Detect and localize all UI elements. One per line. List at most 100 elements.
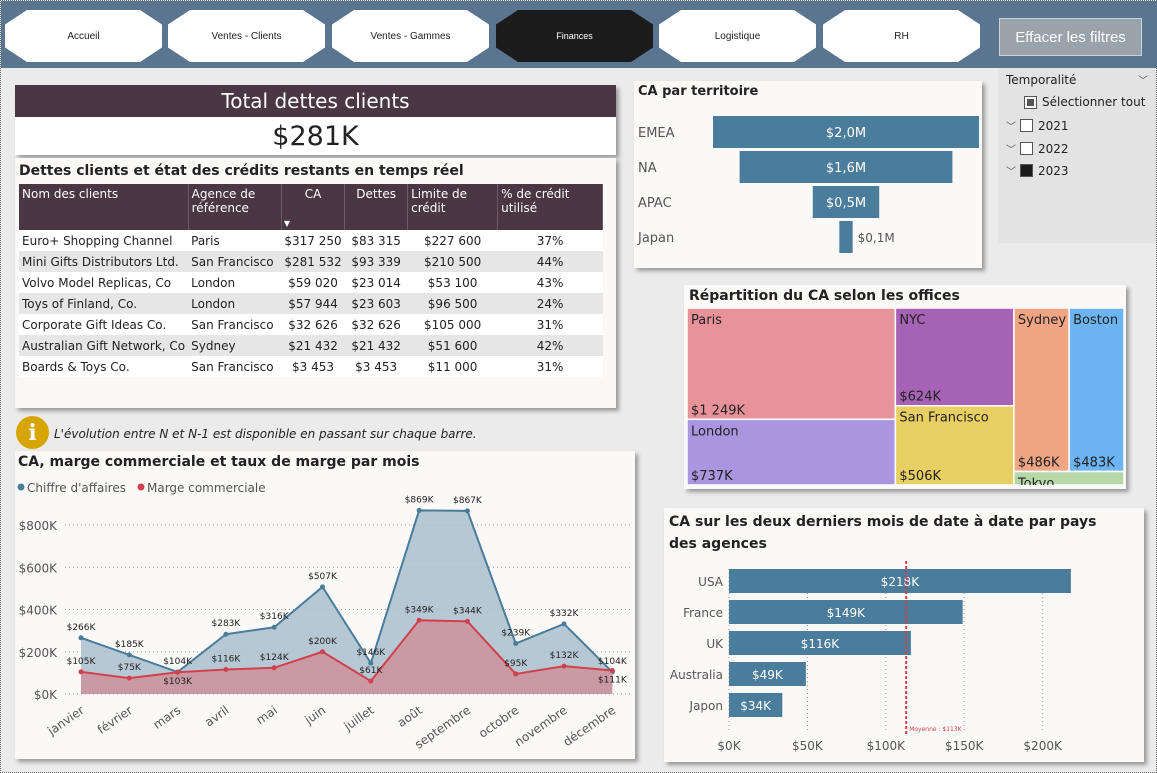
clear-filters-button[interactable]: Effacer les filtres: [999, 18, 1142, 56]
x-tick-label: $0K: [717, 739, 741, 753]
nav-button-ventes-gammes[interactable]: Ventes - Gammes: [332, 10, 489, 62]
chevron-down-icon[interactable]: ﹀: [1134, 72, 1152, 87]
column-header-ca[interactable]: CA ▼: [281, 184, 346, 230]
data-point: [513, 671, 519, 677]
temporalite-slicer: Temporalité ﹀ Sélectionner tout ﹀ 2021 ﹀…: [998, 68, 1156, 243]
option-label-2023: 2023: [1038, 163, 1069, 178]
data-label: $349K: [405, 605, 435, 615]
nav-button-accueil[interactable]: Accueil: [5, 10, 162, 62]
country-bar-chart: $0K $50K $100K $150K $200K USA $218K France $149…: [670, 561, 1071, 753]
treemap-tile-value: $624K: [899, 390, 941, 405]
country-category-label: France: [683, 606, 723, 620]
slicer-select-all[interactable]: Sélectionner tout: [1024, 95, 1145, 109]
column-header-agence[interactable]: Agence de référence: [188, 184, 282, 230]
table-cell: Paris: [188, 230, 282, 251]
data-label: $124K: [260, 653, 290, 663]
data-label: $283K: [212, 619, 242, 629]
table-cell: $59 020: [281, 272, 345, 293]
option-label-2022: 2022: [1038, 141, 1069, 156]
territory-category-label: APAC: [638, 196, 672, 211]
column-header-pct-credit[interactable]: % de crédit utilisé: [497, 184, 603, 230]
data-point: [561, 663, 567, 669]
legend-label: Marge commerciale: [147, 481, 266, 495]
nav-button-finances[interactable]: Finances: [496, 10, 653, 62]
slicer-option-2021[interactable]: ﹀ 2021: [1002, 118, 1069, 134]
territory-bar-chart: EMEA $2,0M NA $1,6M APAC $0,5M Japan $0,1M: [637, 116, 979, 253]
table-row[interactable]: Corporate Gift Ideas Co. San Francisco $32…: [19, 314, 603, 335]
expand-chevron-icon[interactable]: ﹀: [1002, 163, 1020, 178]
table-cell: $227 600: [407, 230, 498, 251]
treemap-tile-value: $483K: [1073, 456, 1115, 471]
treemap-tile-name: London: [691, 424, 739, 439]
table-cell: 43%: [497, 272, 603, 293]
select-all-checkbox[interactable]: [1024, 95, 1037, 109]
table-row[interactable]: Mini Gifts Distributors Ltd. San Francisc…: [19, 251, 603, 272]
nav-button-logistique[interactable]: Logistique: [659, 10, 816, 62]
country-data-label: $149K: [827, 606, 867, 620]
slicer-title: Temporalité: [1006, 72, 1077, 87]
table-row[interactable]: Toys of Finland, Co. London $57 944 $23 603…: [19, 293, 603, 314]
slicer-option-2022[interactable]: ﹀ 2022: [1002, 141, 1069, 157]
table-row[interactable]: Boards & Toys Co. San Francisco $3 453 $3 4…: [19, 356, 603, 377]
x-tick-label: juillet: [341, 703, 377, 734]
x-tick-label: août: [395, 703, 425, 730]
territory-data-label: $2,0M: [826, 126, 866, 141]
y-tick-label: $400K: [19, 604, 59, 618]
column-header-ca-label: CA: [304, 187, 322, 201]
treemap-tile: [1013, 308, 1070, 473]
treemap-tile-name: Boston: [1073, 313, 1118, 328]
table-row[interactable]: Euro+ Shopping Channel Paris $317 250 $83 3…: [19, 230, 603, 251]
y-tick-label: $0K: [34, 688, 58, 702]
column-header-client[interactable]: Nom des clients: [19, 184, 189, 230]
column-header-limite[interactable]: Limite de crédit: [407, 184, 499, 230]
table-cell: $281 532: [281, 251, 345, 272]
table-cell: Toys of Finland, Co.: [19, 293, 189, 314]
checkbox-2022[interactable]: [1020, 142, 1033, 155]
x-tick-label: décembre: [561, 703, 618, 749]
table-cell: $3 453: [281, 356, 345, 377]
table-cell: $83 315: [344, 230, 408, 251]
territory-category-label: NA: [638, 161, 657, 176]
checkbox-2021[interactable]: [1020, 119, 1033, 132]
table-cell: 31%: [497, 314, 603, 335]
territory-category-label: EMEA: [638, 126, 675, 141]
table-cell: $23 603: [344, 293, 408, 314]
table-row[interactable]: Volvo Model Replicas, Co London $59 020 $23…: [19, 272, 603, 293]
data-point: [561, 621, 567, 627]
country-data-label: $116K: [801, 637, 841, 651]
nav-button-ventes-clients[interactable]: Ventes - Clients: [168, 10, 325, 62]
expand-chevron-icon[interactable]: ﹀: [1002, 141, 1020, 156]
legend-marker: [17, 483, 25, 491]
data-point: [416, 617, 422, 623]
data-label: $266K: [67, 623, 97, 633]
treemap-tile-name: NYC: [899, 313, 925, 328]
country-category-label: UK: [706, 637, 724, 651]
data-label: $104K: [163, 657, 193, 667]
x-tick-label: janvier: [44, 703, 87, 739]
column-header-dettes[interactable]: Dettes: [344, 184, 409, 230]
debts-table-title: Dettes clients et état des crédits resta…: [19, 163, 464, 179]
treemap-tile-name: Tokyo: [1017, 477, 1054, 485]
x-tick-label: $50K: [792, 739, 824, 753]
table-cell: Boards & Toys Co.: [19, 356, 189, 377]
table-cell: 37%: [497, 230, 603, 251]
data-point: [126, 652, 132, 658]
kpi-title: Total dettes clients: [15, 85, 616, 117]
x-tick-label: $150K: [945, 739, 985, 753]
expand-chevron-icon[interactable]: ﹀: [1002, 118, 1020, 133]
slicer-option-2023[interactable]: ﹀ 2023: [1002, 163, 1069, 179]
data-label: $116K: [212, 654, 242, 664]
table-cell: $93 339: [344, 251, 408, 272]
table-cell: $32 626: [281, 314, 345, 335]
checkbox-2023[interactable]: [1020, 164, 1033, 177]
nav-button-rh[interactable]: RH: [823, 10, 980, 62]
table-row[interactable]: Australian Gift Network, Co Sydney $21 432…: [19, 335, 603, 356]
data-point: [126, 675, 132, 681]
data-label: $185K: [115, 640, 145, 650]
table-cell: London: [188, 272, 282, 293]
x-tick-label: février: [95, 703, 135, 737]
data-label: $200K: [308, 637, 338, 647]
country-data-label: $49K: [752, 668, 784, 682]
table-cell: 44%: [497, 251, 603, 272]
data-label: $95K: [504, 659, 528, 669]
